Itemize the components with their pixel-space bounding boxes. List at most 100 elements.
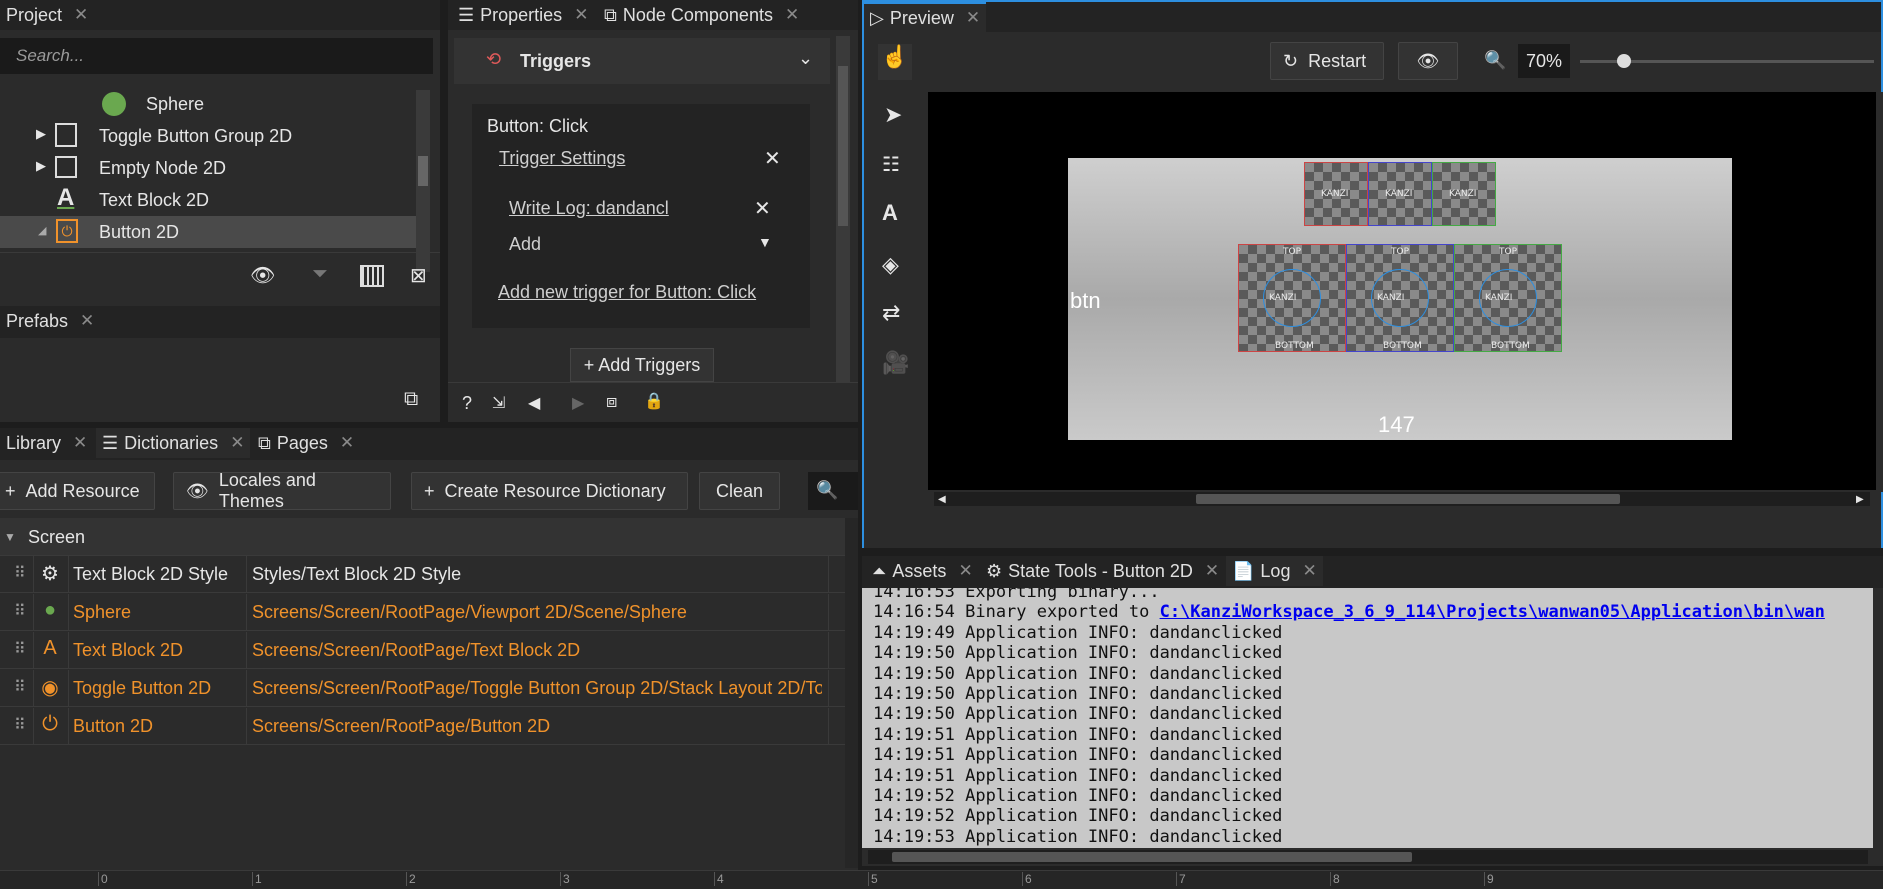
- select-icon[interactable]: ➤: [884, 102, 902, 128]
- dropdown-arrow-icon[interactable]: ▼: [758, 234, 772, 250]
- button-tile[interactable]: TOP BOTTOM KANZI: [1454, 244, 1562, 352]
- add-resource-button[interactable]: + Add Resource: [0, 472, 155, 510]
- close-icon[interactable]: ✕: [958, 561, 972, 581]
- scroll-right-icon[interactable]: ▶: [1856, 494, 1864, 505]
- tab-state-tools[interactable]: ⚙ State Tools - Button 2D ✕: [980, 556, 1225, 586]
- tab-project[interactable]: Project ✕: [0, 0, 94, 30]
- tab-prefabs[interactable]: Prefabs ✕: [0, 306, 100, 336]
- toggle-button-tile[interactable]: KANZI: [1368, 162, 1432, 226]
- close-icon[interactable]: ✕: [966, 8, 980, 28]
- preview-canvas[interactable]: btn 147 KANZI KANZI KANZI TOP BOTTOM KANZI TO…: [1068, 158, 1732, 440]
- transform-icon[interactable]: ⇄: [882, 300, 900, 326]
- drag-handle-icon[interactable]: ⠿: [14, 563, 26, 583]
- close-icon[interactable]: ✕: [230, 433, 244, 453]
- zoom-slider[interactable]: [1580, 54, 1874, 68]
- tab-log[interactable]: 📄 Log ✕: [1226, 556, 1323, 586]
- pick-icon[interactable]: ⇲: [492, 393, 505, 413]
- search-input[interactable]: Search...: [0, 38, 433, 74]
- toggle-button-tile[interactable]: KANZI: [1304, 162, 1368, 226]
- table-icon[interactable]: ☷: [882, 152, 900, 177]
- add-dropdown[interactable]: Add: [509, 234, 541, 255]
- resource-row[interactable]: ⠿ ⚙ Text Block 2D Style Styles/Text Block 2…: [0, 556, 845, 593]
- expand-arrow-icon[interactable]: ▶: [36, 126, 46, 142]
- close-icon[interactable]: ✕: [74, 5, 88, 25]
- write-log-action[interactable]: Write Log: dandancl: [509, 198, 669, 219]
- tab-preview[interactable]: ▷ Preview ✕: [864, 2, 987, 32]
- resource-row[interactable]: ⠿ ● Sphere Screens/Screen/RootPage/Viewport…: [0, 594, 845, 631]
- close-icon[interactable]: ✕: [754, 196, 771, 221]
- button-tile[interactable]: TOP BOTTOM KANZI: [1238, 244, 1346, 352]
- interact-icon[interactable]: ☝: [878, 44, 912, 80]
- project-scrollbar[interactable]: [416, 90, 430, 272]
- close-icon[interactable]: ✕: [574, 5, 588, 25]
- drag-handle-icon[interactable]: ⠿: [14, 677, 26, 697]
- close-icon[interactable]: ✕: [1302, 561, 1316, 581]
- clean-button[interactable]: Clean: [699, 472, 780, 510]
- log-output[interactable]: 14:16:53 Exporting binary... 14:16:54 Bin…: [862, 588, 1873, 848]
- toggle-button-tile[interactable]: KANZI: [1432, 162, 1496, 226]
- tree-item-sphere[interactable]: Sphere: [0, 88, 420, 120]
- expand-arrow-icon[interactable]: ▶: [36, 158, 46, 174]
- add-triggers-button[interactable]: + Add Triggers: [570, 348, 714, 382]
- log-hscroll[interactable]: [862, 848, 1883, 866]
- zoom-input[interactable]: 70%: [1518, 44, 1570, 78]
- help-icon[interactable]: ?: [462, 393, 472, 414]
- filter-icon[interactable]: ⏷: [312, 263, 328, 286]
- scroll-thumb[interactable]: [418, 156, 428, 186]
- group-screen[interactable]: ▼ Screen: [0, 518, 845, 556]
- library-scrollbar[interactable]: [845, 518, 858, 868]
- drag-handle-icon[interactable]: ⠿: [14, 715, 26, 735]
- scroll-thumb[interactable]: [1196, 494, 1620, 504]
- close-icon[interactable]: ✕: [785, 5, 799, 25]
- scroll-left-icon[interactable]: ◀: [938, 494, 946, 505]
- lock-icon[interactable]: 🔒: [644, 391, 664, 411]
- create-resource-dictionary-button[interactable]: + Create Resource Dictionary: [411, 472, 688, 510]
- trigger-settings-link[interactable]: Trigger Settings: [499, 148, 625, 169]
- layout-icon[interactable]: ⧈: [606, 391, 617, 412]
- resource-row[interactable]: ⠿ ◉ Toggle Button 2D Screens/Screen/RootPag…: [0, 670, 845, 707]
- visibility-button[interactable]: 👁: [1398, 42, 1458, 80]
- drag-handle-icon[interactable]: ⠿: [14, 639, 26, 659]
- scroll-thumb[interactable]: [892, 852, 1412, 862]
- log-vscroll[interactable]: [1873, 588, 1883, 848]
- drag-handle-icon[interactable]: ⠿: [14, 601, 26, 621]
- tab-assets[interactable]: ⏶ Assets ✕: [866, 556, 979, 586]
- scroll-thumb[interactable]: [838, 66, 848, 226]
- tree-item-text-block[interactable]: A Text Block 2D: [0, 184, 420, 216]
- forward-icon[interactable]: ▶: [572, 393, 584, 413]
- resource-row[interactable]: ⠿ A Text Block 2D Screens/Screen/RootPage/T…: [0, 632, 845, 669]
- tab-properties[interactable]: ☰ Properties ✕: [452, 0, 594, 30]
- restart-button[interactable]: ↻ Restart: [1270, 42, 1384, 80]
- text-tool-icon[interactable]: A: [882, 200, 898, 226]
- collapse-arrow-icon[interactable]: ▼: [4, 530, 16, 544]
- eye-icon[interactable]: 👁: [250, 263, 275, 288]
- tab-library[interactable]: Library ✕: [0, 428, 93, 458]
- add-prefab-icon[interactable]: ⧉: [404, 388, 418, 411]
- library-search[interactable]: 🔍: [808, 472, 858, 510]
- collapse-arrow-icon[interactable]: ◢: [38, 224, 46, 237]
- tab-node-components[interactable]: ⧉ Node Components ✕: [598, 0, 805, 30]
- fit-icon[interactable]: ⊠: [410, 263, 427, 288]
- button-tile[interactable]: TOP BOTTOM KANZI: [1346, 244, 1454, 352]
- tab-dictionaries[interactable]: ☰ Dictionaries ✕: [96, 428, 251, 458]
- close-icon[interactable]: ✕: [80, 311, 94, 331]
- camera-icon[interactable]: 🎥: [882, 350, 909, 376]
- layers-icon[interactable]: ◈: [882, 252, 899, 278]
- grid-icon[interactable]: [360, 265, 384, 287]
- close-icon[interactable]: ✕: [1205, 561, 1219, 581]
- timeline-ruler[interactable]: 0 1 2 3 4 5 6 7 8 9: [0, 870, 1883, 889]
- resource-row[interactable]: ⠿ ⏻ Button 2D Screens/Screen/RootPage/Butto…: [0, 708, 845, 745]
- triggers-header[interactable]: ⟲ Triggers ⌄: [454, 38, 830, 84]
- close-icon[interactable]: ✕: [73, 433, 87, 453]
- properties-scrollbar[interactable]: [836, 36, 850, 382]
- horizontal-scrollbar[interactable]: ◀ ▶: [934, 492, 1870, 506]
- add-new-trigger-link[interactable]: Add new trigger for Button: Click: [498, 282, 756, 303]
- tree-item-button-2d[interactable]: ◢ ⏻ Button 2D: [0, 216, 420, 248]
- tab-pages[interactable]: ⧉ Pages ✕: [252, 428, 360, 458]
- locales-themes-button[interactable]: 👁 Locales and Themes: [173, 470, 391, 511]
- chevron-down-icon[interactable]: ⌄: [798, 48, 813, 69]
- close-icon[interactable]: ✕: [764, 146, 781, 171]
- vertical-scrollbar[interactable]: [1876, 92, 1883, 492]
- tree-item-toggle-button-group[interactable]: ▶ Toggle Button Group 2D: [0, 120, 420, 152]
- zoom-slider-thumb[interactable]: [1617, 54, 1632, 68]
